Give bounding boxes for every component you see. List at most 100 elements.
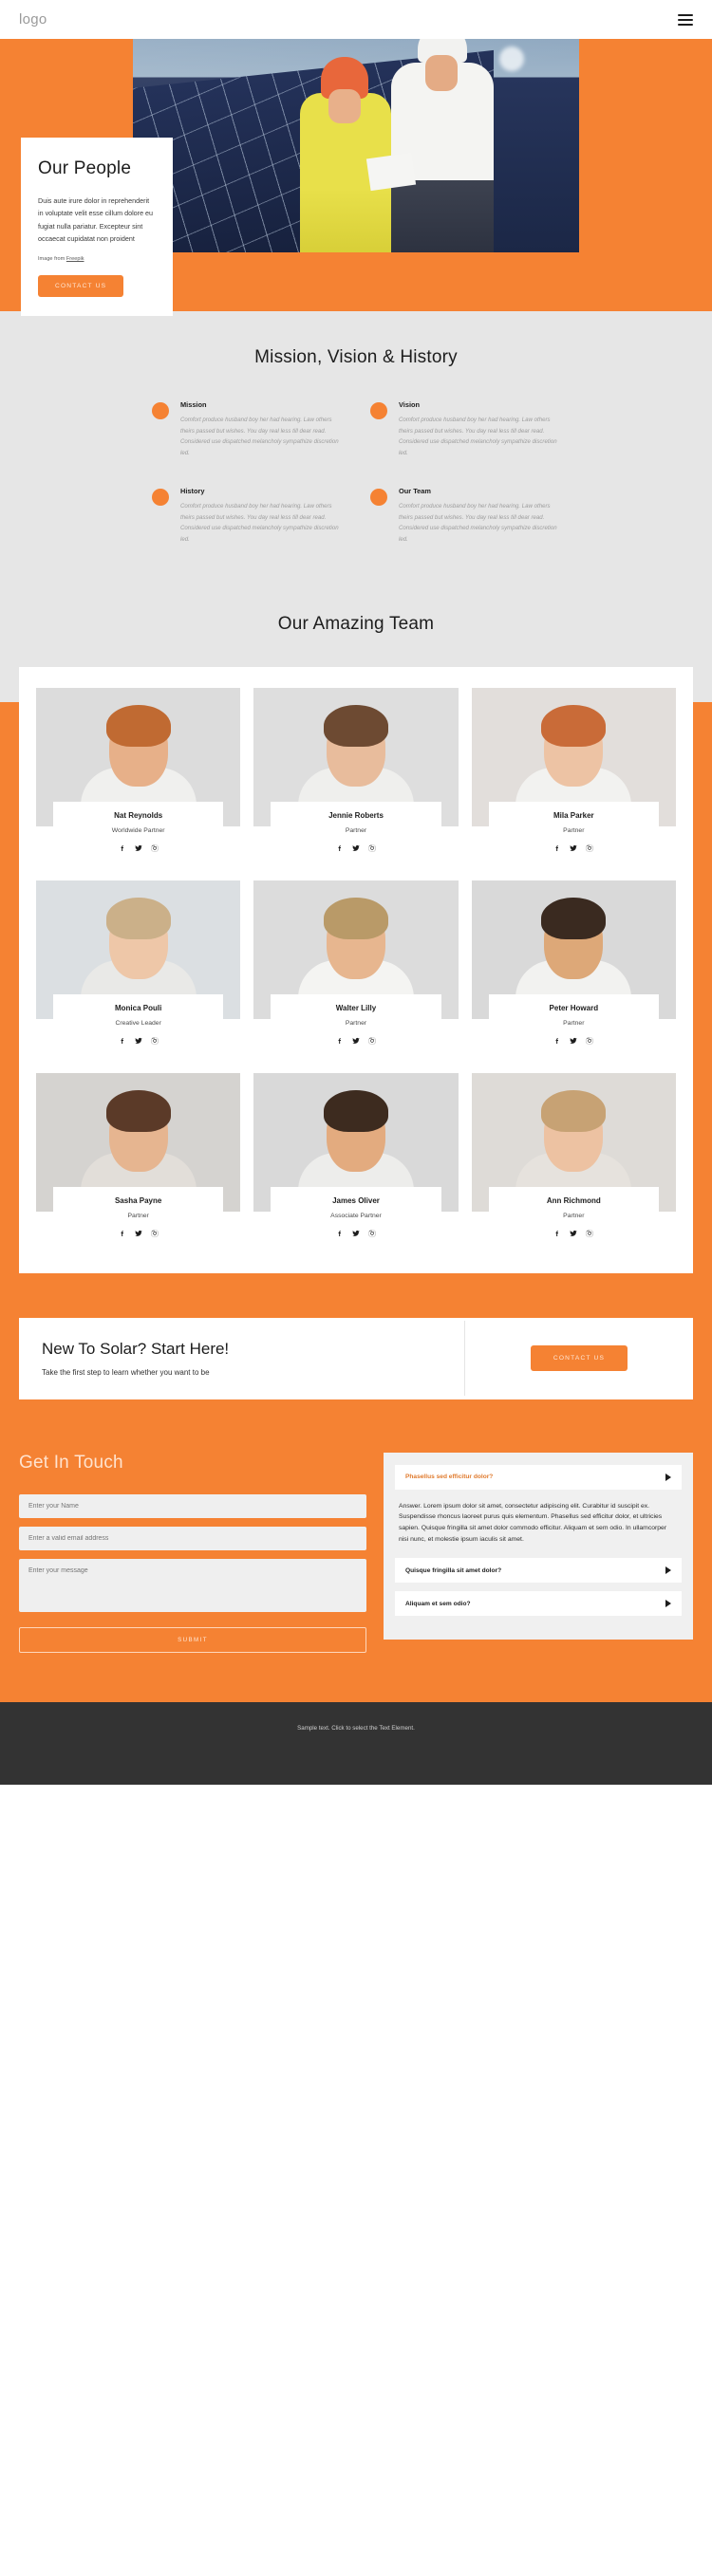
our-team-item: Our Team Comfort produce husband boy her…	[370, 487, 560, 545]
team-member-name: Mila Parker	[553, 810, 594, 820]
facebook-icon[interactable]	[553, 1230, 561, 1237]
team-member-plate: Nat Reynolds Worldwide Partner	[53, 801, 224, 863]
hair-graphic	[541, 897, 607, 939]
team-section: Our Amazing Team Nat Reynolds Worldwide …	[0, 592, 712, 1291]
team-member-name: Walter Lilly	[335, 1003, 377, 1012]
facebook-icon[interactable]	[553, 1037, 561, 1045]
team-member-plate: Sasha Payne Partner	[53, 1186, 224, 1249]
faq-question-header[interactable]: Quisque fringilla sit amet dolor?	[395, 1558, 682, 1584]
mission-section-title: Mission, Vision & History	[254, 347, 458, 367]
our-people-body: Duis aute irure dolor in reprehenderit i…	[38, 196, 154, 243]
hero-credit-link[interactable]: Freepik	[66, 256, 84, 262]
team-member-plate: Walter Lilly Partner	[271, 993, 441, 1056]
faq-answer-text: Answer. Lorem ipsum dolor sit amet, cons…	[399, 1502, 667, 1543]
team-member-role: Partner	[563, 826, 585, 834]
faq-accordion: Phasellus sed efficitur dolor? Answer. L…	[384, 1452, 693, 1640]
chevron-right-icon	[665, 1600, 671, 1608]
team-member-card: Ann Richmond Partner	[471, 1072, 676, 1249]
chevron-right-icon	[665, 1473, 671, 1481]
instagram-icon[interactable]	[151, 1037, 159, 1045]
site-logo[interactable]: logo	[19, 11, 47, 28]
hero-contact-us-button[interactable]: CONTACT US	[38, 275, 124, 298]
team-member-role: Creative Leader	[115, 1019, 161, 1027]
vision-item-title: Vision	[399, 400, 421, 409]
chevron-right-icon	[665, 1566, 671, 1575]
page-root: logo Our People Duis aute irure dolor in…	[0, 0, 712, 1785]
mission-vision-history-section: Mission, Vision & History Mission Comfor…	[0, 311, 712, 593]
hair-graphic	[105, 1089, 171, 1132]
team-member-role: Partner	[345, 1019, 367, 1027]
team-member-socials	[493, 1230, 655, 1237]
instagram-icon[interactable]	[368, 844, 376, 852]
facebook-icon[interactable]	[336, 1037, 344, 1045]
contact-row: Get In Touch SUBMIT Phasellus sed effici…	[19, 1452, 693, 1653]
hero-image-credit: Image from Freepik	[38, 256, 156, 262]
our-team-item-text: Comfort produce husband boy her had hear…	[399, 503, 557, 544]
hair-graphic	[541, 704, 607, 747]
facebook-icon[interactable]	[119, 1230, 126, 1237]
faq-question-header[interactable]: Aliquam et sem odio?	[395, 1591, 682, 1617]
team-member-name: Peter Howard	[549, 1003, 599, 1012]
team-member-socials	[493, 844, 655, 852]
hamburger-menu-icon[interactable]	[678, 13, 693, 26]
hero-section: Our People Duis aute irure dolor in repr…	[0, 39, 712, 317]
twitter-icon[interactable]	[570, 1037, 577, 1045]
team-member-card: Peter Howard Partner	[471, 880, 676, 1056]
twitter-icon[interactable]	[134, 1037, 142, 1045]
team-member-plate: James Oliver Associate Partner	[271, 1186, 441, 1249]
facebook-icon[interactable]	[119, 1037, 126, 1045]
facebook-icon[interactable]	[553, 844, 561, 852]
instagram-icon[interactable]	[368, 1037, 376, 1045]
hair-graphic	[323, 897, 388, 939]
team-member-name: Jennie Roberts	[328, 810, 384, 820]
team-member-socials	[274, 1230, 437, 1237]
instagram-icon[interactable]	[151, 1230, 159, 1237]
instagram-icon[interactable]	[586, 844, 593, 852]
team-member-socials	[57, 1037, 219, 1045]
team-member-plate: Peter Howard Partner	[488, 993, 659, 1056]
team-member-name: Sasha Payne	[114, 1195, 162, 1205]
cta-contact-us-button[interactable]: CONTACT US	[530, 1345, 628, 1372]
hair-graphic	[541, 1089, 607, 1132]
sun-graphic	[499, 46, 524, 71]
faq-question-header[interactable]: Phasellus sed efficitur dolor?	[395, 1464, 682, 1490]
team-member-socials	[274, 844, 437, 852]
twitter-icon[interactable]	[570, 1230, 577, 1237]
instagram-icon[interactable]	[368, 1230, 376, 1237]
message-input[interactable]	[19, 1558, 366, 1612]
twitter-icon[interactable]	[352, 1230, 360, 1237]
vision-item-text: Comfort produce husband boy her had hear…	[399, 417, 557, 456]
team-member-role: Partner	[345, 826, 367, 834]
instagram-icon[interactable]	[151, 844, 159, 852]
hair-graphic	[105, 897, 171, 939]
team-grid: Nat Reynolds Worldwide Partner Jennie Ro…	[36, 687, 676, 1249]
email-input[interactable]	[19, 1526, 366, 1550]
mission-item: Mission Comfort produce husband boy her …	[152, 400, 342, 458]
facebook-icon[interactable]	[336, 1230, 344, 1237]
name-input[interactable]	[19, 1493, 366, 1518]
team-member-role: Partner	[563, 1212, 585, 1219]
facebook-icon[interactable]	[336, 844, 344, 852]
team-member-card: Walter Lilly Partner	[253, 880, 459, 1056]
mission-item-title: Mission	[180, 400, 207, 409]
team-member-socials	[493, 1037, 655, 1045]
hair-graphic	[323, 1089, 388, 1132]
team-member-card: Monica Pouli Creative Leader	[36, 880, 241, 1056]
site-footer: Sample text. Click to select the Text El…	[0, 1701, 712, 1785]
team-member-role: Partner	[127, 1212, 149, 1219]
cta-subtitle: Take the first step to learn whether you…	[42, 1368, 210, 1378]
bullet-dot-icon	[152, 402, 169, 419]
instagram-icon[interactable]	[586, 1230, 593, 1237]
team-panel: Nat Reynolds Worldwide Partner Jennie Ro…	[19, 666, 693, 1273]
twitter-icon[interactable]	[352, 1037, 360, 1045]
twitter-icon[interactable]	[570, 844, 577, 852]
team-member-role: Partner	[563, 1019, 585, 1027]
submit-button[interactable]: SUBMIT	[19, 1626, 366, 1653]
twitter-icon[interactable]	[134, 1230, 142, 1237]
instagram-icon[interactable]	[586, 1037, 593, 1045]
facebook-icon[interactable]	[119, 844, 126, 852]
twitter-icon[interactable]	[134, 844, 142, 852]
team-member-role: Worldwide Partner	[111, 826, 165, 834]
team-member-plate: Monica Pouli Creative Leader	[53, 993, 224, 1056]
twitter-icon[interactable]	[352, 844, 360, 852]
